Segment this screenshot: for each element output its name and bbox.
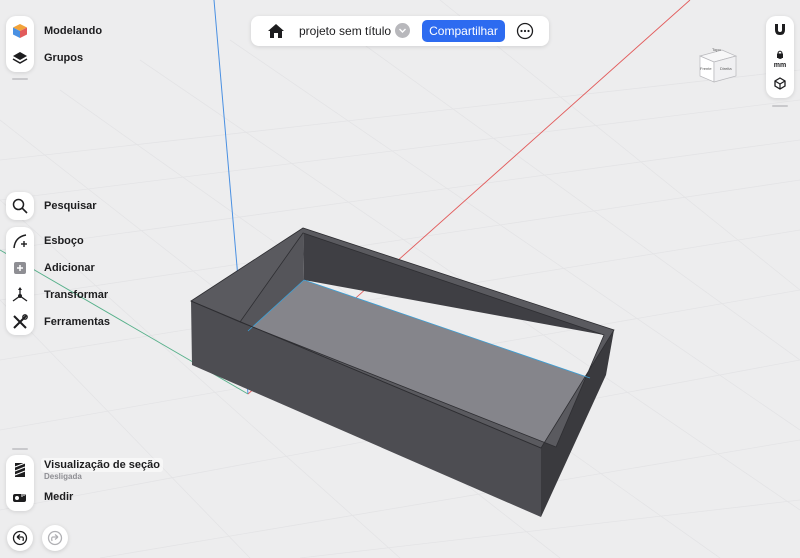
add-label[interactable]: Adicionar (44, 262, 95, 274)
top-bar: projeto sem título Compartilhar (251, 16, 549, 46)
chevron-down-icon[interactable] (395, 23, 410, 38)
section-view-icon[interactable] (6, 457, 34, 483)
modeling-cube-icon[interactable] (6, 18, 34, 44)
magnet-icon[interactable] (773, 22, 787, 36)
view-cube[interactable]: Topo Frente Direita (696, 42, 740, 86)
add-icon[interactable] (6, 255, 34, 281)
more-icon[interactable] (516, 22, 534, 40)
layers-icon[interactable] (6, 45, 34, 71)
transform-icon[interactable] (6, 282, 34, 308)
grid-unit-label[interactable]: mm (766, 62, 794, 70)
section-view-status: Desligada (44, 472, 82, 481)
view-cube-front-label: Frente (700, 66, 712, 71)
search-label[interactable]: Pesquisar (44, 200, 97, 212)
share-button[interactable]: Compartilhar (422, 20, 505, 42)
groups-label[interactable]: Grupos (44, 52, 83, 64)
lock-icon[interactable] (776, 45, 784, 58)
search-icon[interactable] (6, 193, 34, 219)
sketch-icon[interactable] (6, 228, 34, 254)
nav-divider (12, 78, 28, 80)
redo-button[interactable] (42, 525, 68, 551)
tools-label[interactable]: Ferramentas (44, 316, 110, 328)
grid-unit-value[interactable]: 1 (766, 54, 794, 62)
undo-button[interactable] (7, 525, 33, 551)
home-icon[interactable] (266, 21, 286, 41)
view-cube-side-label: Direita (720, 66, 732, 71)
project-title[interactable]: projeto sem título (299, 24, 391, 38)
modeling-label[interactable]: Modelando (44, 25, 102, 37)
transform-label[interactable]: Transformar (44, 289, 108, 301)
redo-icon (47, 530, 63, 546)
undo-icon (12, 530, 28, 546)
view-cube-top-label: Topo (712, 47, 721, 52)
view-orientation-icon[interactable] (773, 76, 787, 90)
measure-icon[interactable] (6, 484, 34, 510)
sketch-label[interactable]: Esboço (44, 235, 84, 247)
measure-label[interactable]: Medir (44, 491, 73, 503)
3d-viewport[interactable] (0, 0, 800, 558)
bottom-divider (12, 448, 28, 450)
right-tools-panel: 1 mm (766, 16, 794, 98)
section-view-label[interactable]: Visualização de seção (41, 458, 163, 472)
tools-icon[interactable] (6, 309, 34, 335)
right-divider (772, 105, 788, 107)
